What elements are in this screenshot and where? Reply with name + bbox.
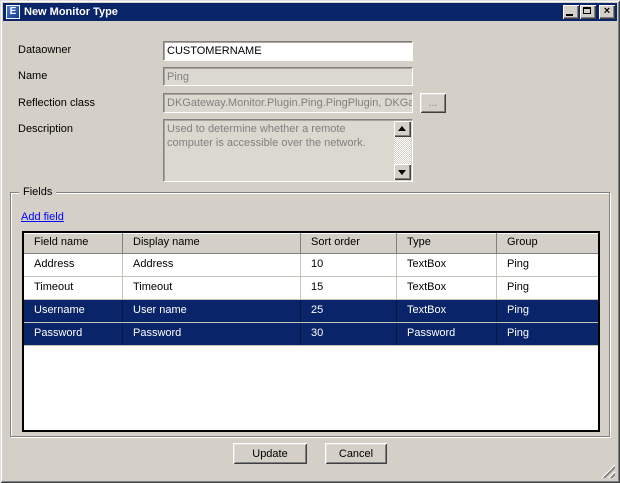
fields-table: Field name Display name Sort order Type … (22, 231, 600, 432)
column-header-type[interactable]: Type (397, 233, 497, 253)
scroll-up-button[interactable] (394, 121, 411, 137)
scroll-up-icon (398, 126, 406, 131)
cell-display-name: Timeout (123, 277, 301, 299)
app-icon: E (6, 5, 20, 19)
cancel-button[interactable]: Cancel (325, 443, 387, 464)
cell-display-name: Password (123, 323, 301, 345)
column-header-field-name[interactable]: Field name (24, 233, 123, 253)
name-label: Name (18, 70, 47, 82)
fields-table-header: Field name Display name Sort order Type … (24, 233, 598, 254)
cell-sort-order: 10 (301, 254, 397, 276)
cell-display-name: User name (123, 300, 301, 322)
cell-sort-order: 25 (301, 300, 397, 322)
cell-type: Password (397, 323, 497, 345)
scroll-down-icon (398, 170, 406, 175)
title-bar[interactable]: E New Monitor Type × (3, 3, 617, 21)
cell-group: Ping (497, 254, 598, 276)
minimize-icon (566, 14, 573, 16)
maximize-icon (583, 7, 591, 14)
close-icon: × (599, 5, 615, 18)
cell-field-name: Address (24, 254, 123, 276)
column-header-sort-order[interactable]: Sort order (301, 233, 397, 253)
fields-groupbox: Fields Add field Field name Display name… (10, 192, 610, 437)
description-scrollbar[interactable] (394, 121, 411, 180)
dataowner-field[interactable] (163, 41, 413, 61)
column-header-group[interactable]: Group (497, 233, 598, 253)
close-button[interactable]: × (599, 5, 615, 19)
caption-buttons: × (562, 5, 615, 19)
name-value: Ping (164, 68, 412, 83)
maximize-button[interactable] (580, 5, 596, 19)
cell-display-name: Address (123, 254, 301, 276)
reflection-class-label: Reflection class (18, 97, 95, 109)
cell-type: TextBox (397, 277, 497, 299)
table-row[interactable]: Timeout Timeout 15 TextBox Ping (24, 277, 598, 300)
dataowner-input[interactable] (164, 42, 412, 60)
dataowner-label: Dataowner (18, 44, 71, 56)
window-title: New Monitor Type (24, 6, 562, 18)
reflection-class-value: DKGateway.Monitor.Plugin.Ping.PingPlugin… (164, 94, 412, 109)
reflection-class-field: DKGateway.Monitor.Plugin.Ping.PingPlugin… (163, 93, 413, 113)
table-row-selected[interactable]: Password Password 30 Password Ping (24, 323, 598, 346)
new-monitor-type-dialog: E New Monitor Type × Dataowner Name Ping… (0, 0, 620, 483)
cell-field-name: Timeout (24, 277, 123, 299)
cell-field-name: Username (24, 300, 123, 322)
minimize-button[interactable] (563, 5, 579, 19)
cell-sort-order: 15 (301, 277, 397, 299)
cell-field-name: Password (24, 323, 123, 345)
column-header-display-name[interactable]: Display name (123, 233, 301, 253)
browse-button: ... (420, 93, 446, 113)
cell-type: TextBox (397, 300, 497, 322)
table-row[interactable]: Address Address 10 TextBox Ping (24, 254, 598, 277)
table-empty-area (24, 346, 598, 430)
table-row-selected[interactable]: Username User name 25 TextBox Ping (24, 300, 598, 323)
cell-type: TextBox (397, 254, 497, 276)
description-label: Description (18, 123, 73, 135)
cell-group: Ping (497, 277, 598, 299)
scroll-down-button[interactable] (394, 164, 411, 180)
name-field: Ping (163, 67, 413, 86)
description-value: Used to determine whether a remote compu… (164, 120, 412, 150)
add-field-link[interactable]: Add field (21, 211, 64, 223)
cell-group: Ping (497, 300, 598, 322)
cell-group: Ping (497, 323, 598, 345)
cell-sort-order: 30 (301, 323, 397, 345)
description-field: Used to determine whether a remote compu… (163, 119, 413, 182)
update-button[interactable]: Update (233, 443, 307, 464)
resize-grip-icon[interactable] (601, 464, 615, 478)
fields-groupbox-title: Fields (19, 186, 56, 198)
